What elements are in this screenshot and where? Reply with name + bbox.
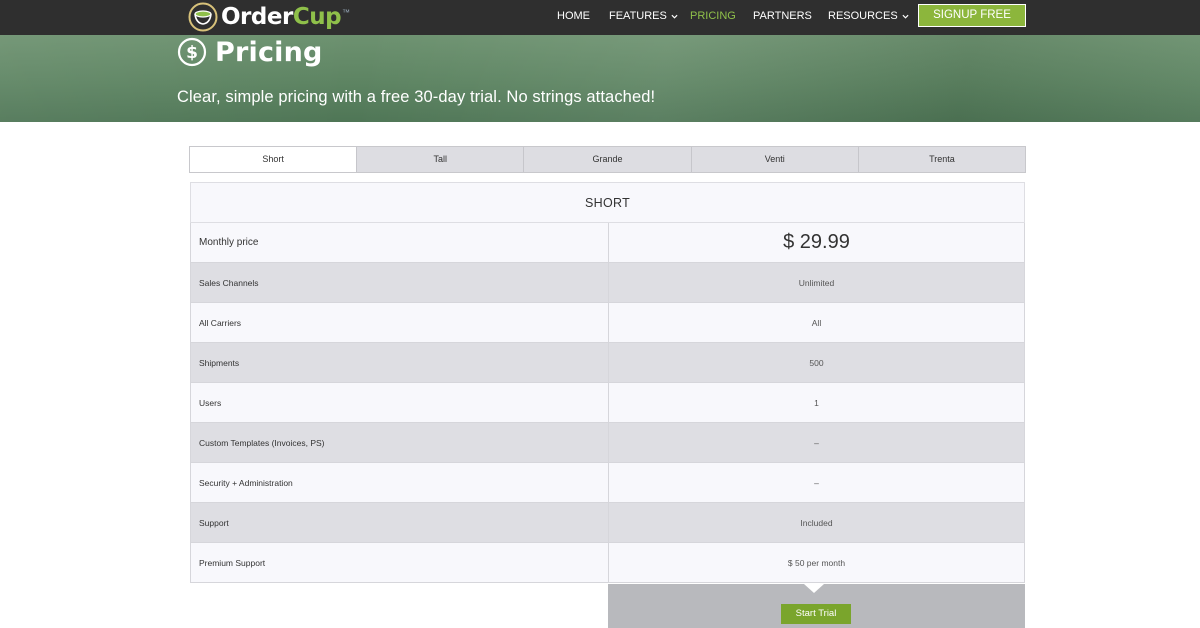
trademark-mark: ™ bbox=[342, 8, 351, 17]
table-row: Security + Administration – bbox=[190, 463, 1025, 503]
nav-resources[interactable]: RESOURCES bbox=[828, 10, 909, 22]
feature-label: Sales Channels bbox=[190, 263, 608, 303]
feature-label: All Carriers bbox=[190, 303, 608, 343]
pricing-hero-banner: $ Pricing Clear, simple pricing with a f… bbox=[0, 35, 1200, 122]
nav-pricing-label: PRICING bbox=[690, 10, 736, 22]
feature-label: Security + Administration bbox=[190, 463, 608, 503]
table-row: Shipments 500 bbox=[190, 343, 1025, 383]
tab-venti[interactable]: Venti bbox=[690, 147, 858, 172]
cta-band: Start Trial bbox=[608, 584, 1025, 628]
plan-name-header: SHORT bbox=[190, 182, 1025, 223]
feature-value: Unlimited bbox=[608, 263, 1025, 303]
table-row: Premium Support $ 50 per month bbox=[190, 543, 1025, 583]
tab-trenta[interactable]: Trenta bbox=[857, 147, 1025, 172]
feature-label: Premium Support bbox=[190, 543, 608, 583]
tab-tall[interactable]: Tall bbox=[356, 147, 523, 172]
table-row-price: Monthly price $ 29.99 bbox=[190, 223, 1025, 263]
page-title-text: Pricing bbox=[215, 36, 323, 68]
caret-pointer-icon bbox=[804, 584, 824, 593]
logo-text: OrderCup bbox=[221, 4, 342, 30]
chevron-down-icon bbox=[671, 14, 678, 19]
feature-value: – bbox=[608, 423, 1025, 463]
top-navbar: OrderCup ™ HOME FEATURES PRICING PARTNER… bbox=[0, 0, 1200, 35]
feature-value: 500 bbox=[608, 343, 1025, 383]
svg-text:$: $ bbox=[186, 43, 198, 63]
feature-value: Included bbox=[608, 503, 1025, 543]
pricing-table: SHORT Monthly price $ 29.99 Sales Channe… bbox=[190, 182, 1025, 583]
feature-value: – bbox=[608, 463, 1025, 503]
dollar-circle-icon: $ bbox=[177, 37, 207, 67]
table-row: Users 1 bbox=[190, 383, 1025, 423]
nav-resources-label: RESOURCES bbox=[828, 10, 898, 22]
nav-home-label: HOME bbox=[557, 10, 590, 22]
feature-label: Shipments bbox=[190, 343, 608, 383]
ordercup-logo[interactable]: OrderCup ™ bbox=[188, 2, 350, 32]
feature-value: 1 bbox=[608, 383, 1025, 423]
coffee-cup-icon bbox=[188, 2, 218, 32]
start-trial-button[interactable]: Start Trial bbox=[781, 604, 851, 624]
logo-text-order: Order bbox=[221, 4, 293, 30]
feature-value: $ 50 per month bbox=[608, 543, 1025, 583]
page-subtitle: Clear, simple pricing with a free 30-day… bbox=[177, 88, 656, 106]
nav-pricing[interactable]: PRICING bbox=[690, 10, 736, 22]
table-row: Custom Templates (Invoices, PS) – bbox=[190, 423, 1025, 463]
plan-tabs: Short Tall Grande Venti Trenta bbox=[189, 146, 1026, 173]
signup-free-button[interactable]: SIGNUP FREE bbox=[918, 4, 1026, 27]
tab-short[interactable]: Short bbox=[190, 147, 357, 172]
nav-features-label: FEATURES bbox=[609, 10, 667, 22]
chevron-down-icon bbox=[902, 14, 909, 19]
feature-value: All bbox=[608, 303, 1025, 343]
nav-features[interactable]: FEATURES bbox=[609, 10, 678, 22]
logo-text-cup: Cup bbox=[292, 4, 342, 30]
price-value: $ 29.99 bbox=[608, 223, 1025, 263]
table-row: Sales Channels Unlimited bbox=[190, 263, 1025, 303]
price-label: Monthly price bbox=[190, 223, 608, 263]
nav-partners[interactable]: PARTNERS bbox=[753, 10, 812, 22]
nav-home[interactable]: HOME bbox=[557, 10, 590, 22]
table-row: All Carriers All bbox=[190, 303, 1025, 343]
feature-label: Support bbox=[190, 503, 608, 543]
nav-partners-label: PARTNERS bbox=[753, 10, 812, 22]
tab-grande[interactable]: Grande bbox=[523, 147, 690, 172]
table-row: Support Included bbox=[190, 503, 1025, 543]
page-title: $ Pricing bbox=[177, 35, 323, 69]
feature-label: Custom Templates (Invoices, PS) bbox=[190, 423, 608, 463]
feature-label: Users bbox=[190, 383, 608, 423]
